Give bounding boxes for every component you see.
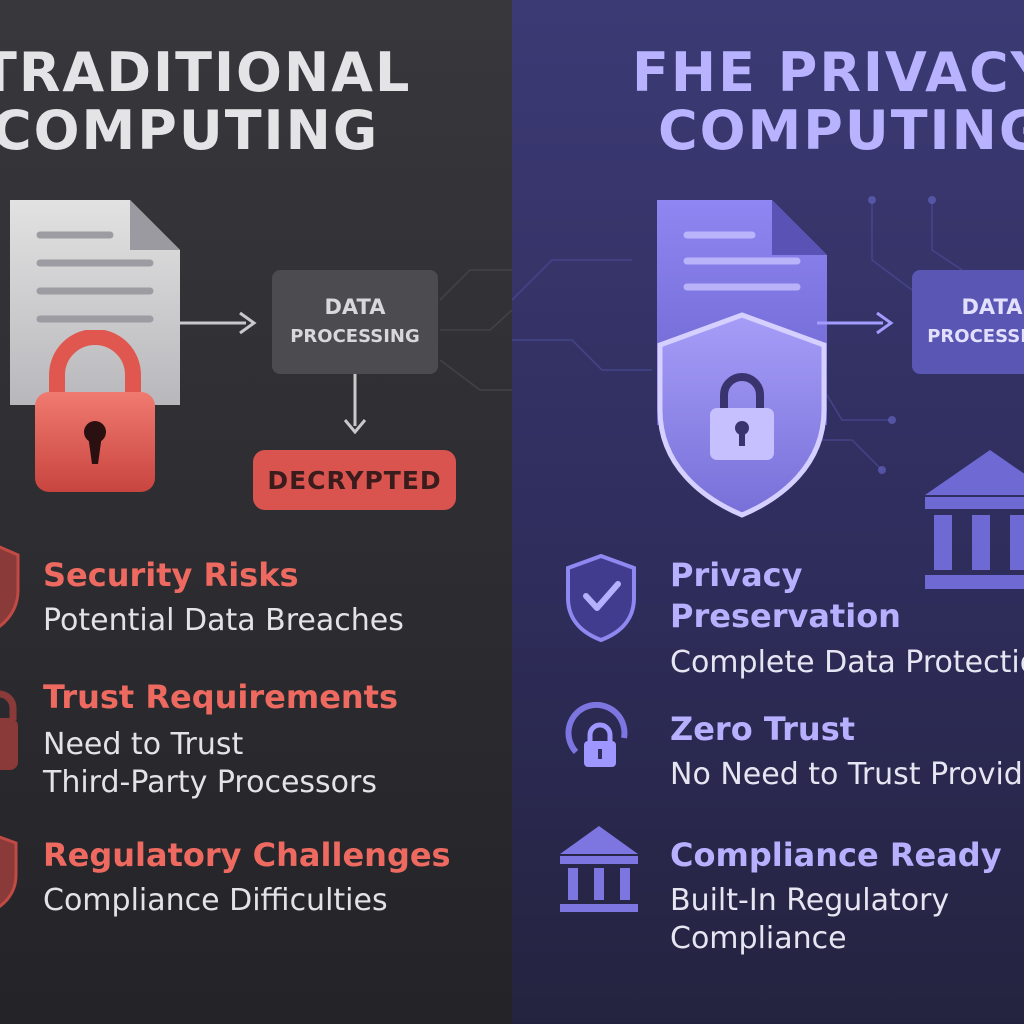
process-box-line2: PROCESSING (927, 326, 1024, 347)
panel-title-line1: TRADITIONAL (0, 41, 412, 104)
padlock-cycle-icon (565, 702, 628, 767)
arrow-right-icon (817, 311, 894, 335)
data-processing-box: DATA PROCESSING (272, 270, 438, 374)
feature-desc-regulatory: Compliance Difficulties (43, 883, 388, 918)
feature-desc-zero-trust: No Need to Trust Providers (670, 757, 1024, 792)
feature-heading-security-risks: Security Risks (43, 556, 299, 594)
shield-lock-icon (657, 312, 827, 518)
feature-desc-compliance-line1: Built-In Regulatory (670, 883, 950, 918)
fhe-privacy-computing-panel: FHE PRIVACY COMPUTING DATA PROCESSI Priv… (512, 0, 1024, 1024)
feature-heading-zero-trust: Zero Trust (670, 710, 856, 748)
feature-heading-regulatory-challenges: Regulatory Challenges (43, 836, 451, 874)
panel-title-line2: COMPUTING (658, 99, 1024, 162)
feature-heading-privacy-line1: Privacy (670, 556, 803, 594)
arrow-right-icon (180, 311, 257, 335)
feature-desc-security-risks: Potential Data Breaches (43, 603, 404, 638)
padlock-icon (0, 690, 18, 770)
feature-desc-trust-line1: Need to Trust (43, 727, 244, 762)
padlock-icon (35, 330, 155, 492)
shield-icon (0, 545, 20, 629)
bank-icon (560, 826, 638, 912)
feature-heading-compliance-ready: Compliance Ready (670, 836, 1002, 874)
bank-icon (925, 450, 1024, 589)
data-processing-box: DATA PROCESSING (912, 270, 1024, 374)
feature-heading-trust-requirements: Trust Requirements (43, 678, 399, 716)
process-box-line1: DATA (324, 295, 386, 319)
process-box-line1: DATA (961, 295, 1023, 319)
shield-check-icon (566, 553, 636, 643)
panel-title-line2: COMPUTING (0, 99, 380, 162)
panel-title-line1: FHE PRIVACY (632, 41, 1024, 104)
feature-desc-privacy: Complete Data Protection (670, 645, 1024, 680)
feature-desc-trust-line2: Third-Party Processors (43, 765, 377, 800)
decrypted-badge: DECRYPTED (253, 450, 456, 510)
feature-desc-compliance-line2: Compliance (670, 921, 847, 956)
traditional-computing-panel: TRADITIONAL COMPUTING DATA PROCESSING DE… (0, 0, 512, 1024)
arrow-down-icon (343, 374, 367, 434)
process-box-line2: PROCESSING (290, 326, 420, 347)
shield-icon (0, 835, 18, 909)
feature-heading-privacy-line2: Preservation (670, 597, 901, 635)
